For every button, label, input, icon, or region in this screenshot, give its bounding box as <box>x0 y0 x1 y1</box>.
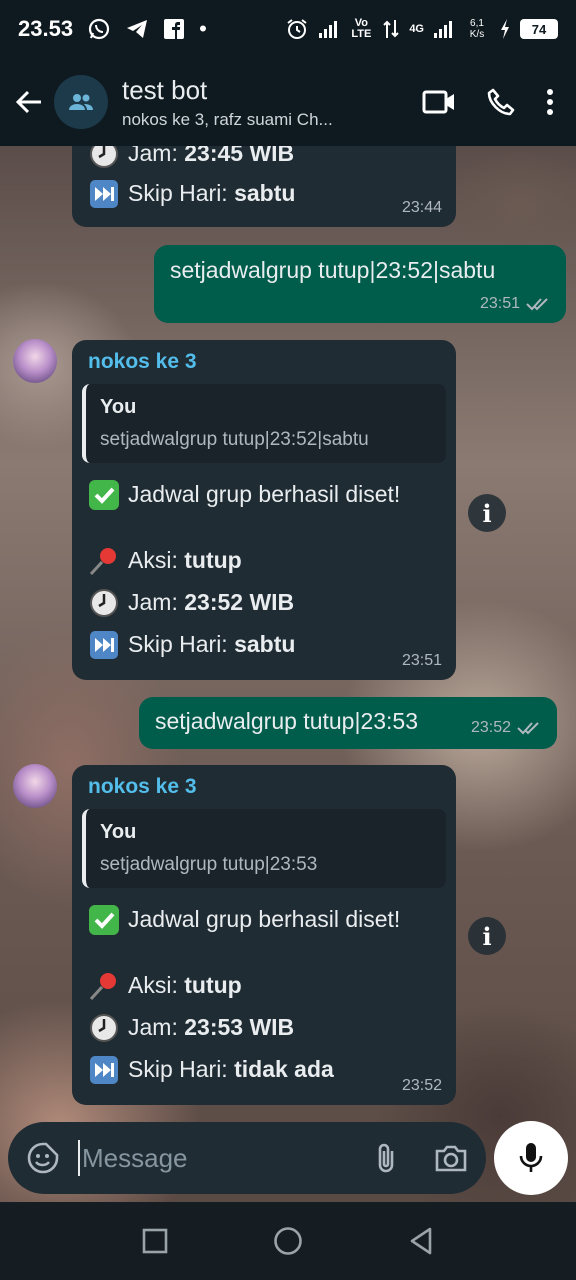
4g-label: 4G <box>409 23 424 35</box>
outgoing-message[interactable]: setjadwalgrup tutup|23:52|sabtu 23:51 <box>154 245 566 323</box>
incoming-message[interactable]: nokos ke 3 You setjadwalgrup tutup|23:53… <box>72 765 456 1105</box>
clock-icon <box>88 587 120 619</box>
message-time: 23:51 <box>401 652 442 670</box>
outgoing-message[interactable]: setjadwalgrup tutup|23:53 23:52 <box>139 697 557 749</box>
skip-icon <box>88 178 120 210</box>
message-time: 23:52 <box>401 1077 442 1095</box>
charging-icon <box>501 19 509 39</box>
home-icon[interactable] <box>273 1226 303 1256</box>
more-options-icon[interactable] <box>546 88 554 116</box>
telegram-icon <box>127 20 148 38</box>
message-placeholder: Message <box>82 1142 188 1173</box>
message-time: 23:44 <box>401 199 442 217</box>
skip-icon <box>88 1054 120 1086</box>
clock-icon <box>88 1012 120 1044</box>
battery-indicator: 74 <box>520 19 558 39</box>
success-text: Jadwal grup berhasil diset! <box>128 906 401 933</box>
quote-text: setjadwalgrup tutup|23:52|sabtu <box>100 429 369 451</box>
data-arrows-icon <box>383 20 400 38</box>
chat-header: test bot nokos ke 3, rafz suami Ch... <box>0 58 576 146</box>
incoming-message[interactable]: nokos ke 3 You setjadwalgrup tutup|23:52… <box>72 340 456 680</box>
message-input[interactable]: Message <box>78 1140 188 1176</box>
chat-subtitle: nokos ke 3, rafz suami Ch... <box>122 109 333 129</box>
sticker-icon[interactable] <box>26 1141 60 1175</box>
message-composer: Message <box>8 1122 486 1194</box>
network-speed: 6,1 K/s <box>469 18 485 40</box>
video-call-icon[interactable] <box>422 89 456 115</box>
signal-icon <box>319 21 338 38</box>
chat-area[interactable]: Jam: 23:45 WIB Skip Hari: sabtu 23:44 se… <box>0 146 576 1202</box>
volte-label: Vo LTE <box>351 17 372 40</box>
success-text: Jadwal grup berhasil diset! <box>128 481 401 508</box>
check-mark-icon <box>88 479 120 511</box>
quoted-message[interactable]: You setjadwalgrup tutup|23:53 <box>82 809 446 888</box>
message-text: setjadwalgrup tutup|23:53 <box>155 708 418 734</box>
message-time: 23:51 <box>479 295 520 313</box>
alarm-icon <box>287 19 307 39</box>
back-button[interactable] <box>4 87 54 117</box>
voice-call-icon[interactable] <box>486 87 516 117</box>
system-navigation-bar <box>0 1202 576 1280</box>
info-icon[interactable]: i <box>468 494 506 532</box>
quote-author: You <box>100 396 137 419</box>
chat-title-area[interactable]: test bot nokos ke 3, rafz suami Ch... <box>122 75 372 130</box>
clock-icon <box>88 146 120 170</box>
quote-text: setjadwalgrup tutup|23:53 <box>100 854 318 876</box>
check-mark-icon <box>88 904 120 936</box>
signal-icon-2 <box>434 21 452 38</box>
sender-name[interactable]: nokos ke 3 <box>82 773 446 801</box>
message-time: 23:52 <box>470 719 511 737</box>
sender-name[interactable]: nokos ke 3 <box>82 348 446 376</box>
sender-avatar[interactable] <box>13 339 57 383</box>
message-text: setjadwalgrup tutup|23:52|sabtu <box>170 257 496 283</box>
group-avatar[interactable] <box>54 75 108 129</box>
status-time: 23.53 <box>18 16 74 41</box>
quoted-message[interactable]: You setjadwalgrup tutup|23:52|sabtu <box>82 384 446 463</box>
pushpin-icon <box>88 545 120 577</box>
attach-icon[interactable] <box>374 1141 398 1175</box>
whatsapp-icon <box>88 18 110 40</box>
camera-icon[interactable] <box>434 1143 468 1173</box>
double-check-icon <box>517 722 539 735</box>
skip-icon <box>88 629 120 661</box>
voice-record-button[interactable] <box>494 1121 568 1195</box>
arrow-left-icon <box>15 90 41 114</box>
pushpin-icon <box>88 970 120 1002</box>
recent-apps-icon[interactable] <box>142 1228 168 1254</box>
status-bar: 23.53 • Vo LTE 4G 6,1 K/s 74 <box>0 0 576 58</box>
back-nav-icon[interactable] <box>408 1226 434 1256</box>
facebook-icon <box>164 19 185 39</box>
double-check-icon <box>526 298 548 311</box>
quote-author: You <box>100 821 137 844</box>
chat-title: test bot <box>122 74 208 105</box>
info-icon[interactable]: i <box>468 917 506 955</box>
dot-icon: • <box>199 16 207 41</box>
group-icon <box>69 94 93 110</box>
sender-avatar[interactable] <box>13 764 57 808</box>
microphone-icon <box>519 1143 543 1172</box>
incoming-message[interactable]: Jam: 23:45 WIB Skip Hari: sabtu 23:44 <box>72 146 456 227</box>
